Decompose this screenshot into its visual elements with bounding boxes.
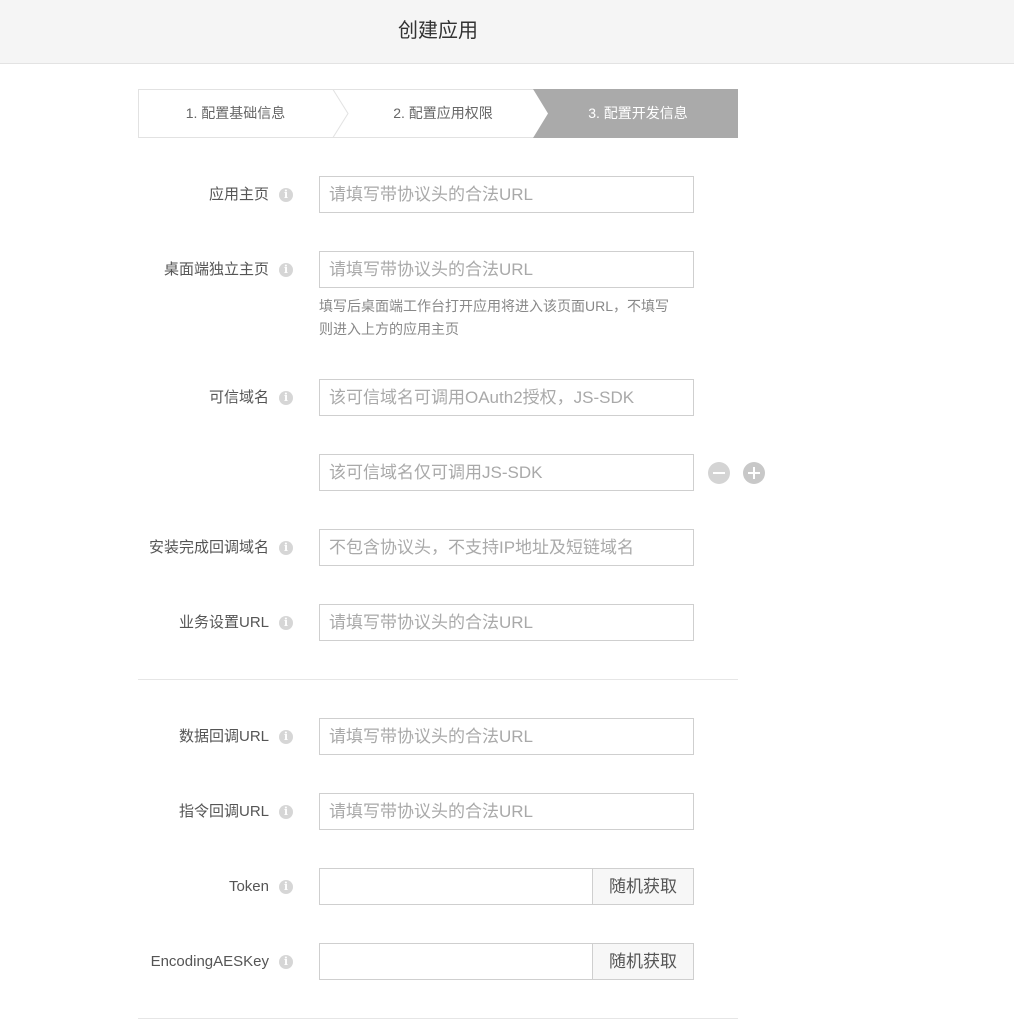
info-icon[interactable]: i xyxy=(279,263,293,277)
encoding-aes-key-row: EncodingAESKey i 随机获取 xyxy=(0,943,1014,980)
info-icon[interactable]: i xyxy=(279,805,293,819)
section-divider xyxy=(138,679,738,680)
desktop-homepage-hint-line2: 则进入上方的应用主页 xyxy=(319,321,459,337)
business-settings-input[interactable] xyxy=(319,604,694,641)
desktop-homepage-row: 桌面端独立主页 i xyxy=(0,251,1014,288)
trusted-domain-input[interactable] xyxy=(319,379,694,416)
encoding-aes-key-label: EncodingAESKey xyxy=(150,953,269,970)
command-callback-input[interactable] xyxy=(319,793,694,830)
desktop-homepage-input[interactable] xyxy=(319,251,694,288)
command-callback-label: 指令回调URL xyxy=(178,803,269,820)
trusted-domain-row: 可信域名 i xyxy=(0,379,1014,416)
info-icon[interactable]: i xyxy=(279,880,293,894)
trusted-domain-2-row xyxy=(0,454,1014,491)
encoding-aes-key-random-button[interactable]: 随机获取 xyxy=(592,943,694,980)
info-icon[interactable]: i xyxy=(279,188,293,202)
data-callback-input[interactable] xyxy=(319,718,694,755)
homepage-row: 应用主页 i xyxy=(0,176,1014,213)
minus-circle-icon[interactable] xyxy=(708,462,730,484)
data-callback-label: 数据回调URL xyxy=(178,728,269,745)
business-settings-label: 业务设置URL xyxy=(178,614,269,631)
info-icon[interactable]: i xyxy=(279,391,293,405)
step-progress: 1. 配置基础信息 2. 配置应用权限 3. 配置开发信息 xyxy=(138,89,738,138)
homepage-label: 应用主页 xyxy=(208,186,269,203)
business-settings-row: 业务设置URL i xyxy=(0,604,1014,641)
minus-bar xyxy=(713,472,725,474)
encoding-aes-key-input[interactable] xyxy=(319,943,593,980)
trusted-domain-label: 可信域名 xyxy=(208,389,269,406)
plus-circle-icon[interactable] xyxy=(743,462,765,484)
info-icon[interactable]: i xyxy=(279,955,293,969)
install-callback-label: 安装完成回调域名 xyxy=(148,539,269,556)
command-callback-row: 指令回调URL i xyxy=(0,793,1014,830)
data-callback-row: 数据回调URL i xyxy=(0,718,1014,755)
token-label: Token xyxy=(228,878,269,895)
token-row: Token i 随机获取 xyxy=(0,868,1014,905)
top-header-bar: 创建应用 xyxy=(0,0,1014,64)
step-3-label[interactable]: 3. 配置开发信息 xyxy=(543,89,733,138)
token-random-button[interactable]: 随机获取 xyxy=(592,868,694,905)
plus-bar-vertical xyxy=(753,467,755,479)
page-title: 创建应用 xyxy=(398,20,478,42)
step-1-label[interactable]: 1. 配置基础信息 xyxy=(138,89,333,138)
install-callback-input[interactable] xyxy=(319,529,694,566)
desktop-homepage-label: 桌面端独立主页 xyxy=(163,261,269,278)
token-input[interactable] xyxy=(319,868,593,905)
info-icon[interactable]: i xyxy=(279,730,293,744)
desktop-homepage-hint-line1: 填写后桌面端工作台打开应用将进入该页面URL，不填写 xyxy=(319,298,670,314)
trusted-domain-2-input[interactable] xyxy=(319,454,694,491)
homepage-input[interactable] xyxy=(319,176,694,213)
desktop-homepage-hint: 填写后桌面端工作台打开应用将进入该页面URL，不填写 则进入上方的应用主页 xyxy=(319,295,699,341)
step-2-label[interactable]: 2. 配置应用权限 xyxy=(348,89,538,138)
info-icon[interactable]: i xyxy=(279,541,293,555)
bottom-divider xyxy=(138,1018,738,1019)
install-callback-row: 安装完成回调域名 i xyxy=(0,529,1014,566)
info-icon[interactable]: i xyxy=(279,616,293,630)
